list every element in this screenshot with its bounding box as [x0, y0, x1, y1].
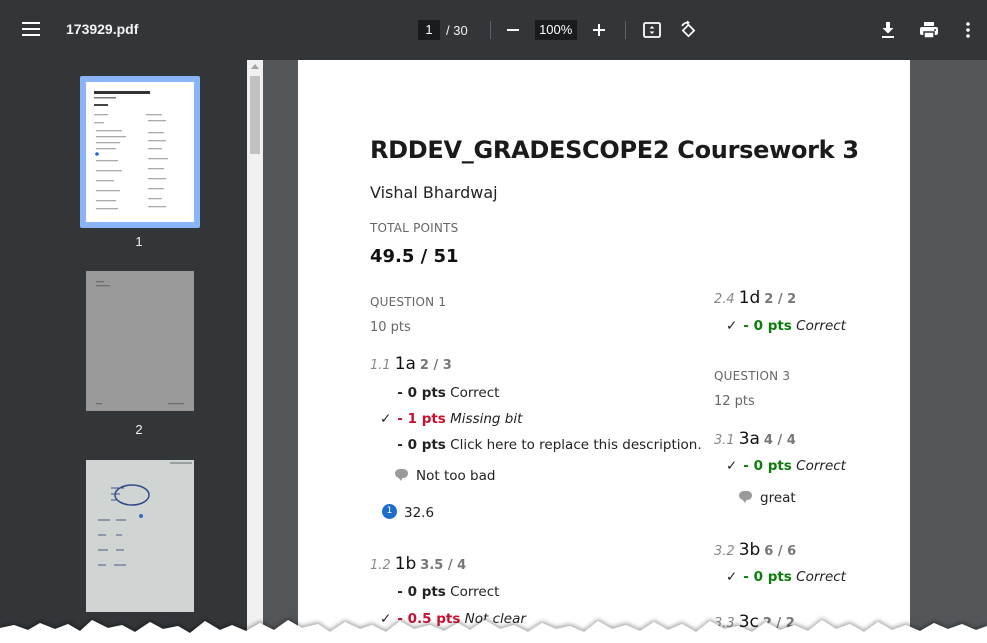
rubric-description: Correct: [796, 318, 846, 334]
page-number-input[interactable]: 1: [418, 20, 440, 40]
rubric-item: - 0 pts Correct: [380, 385, 499, 401]
comment-icon: [395, 468, 408, 481]
question-1-2-header: 1.2 1b 3.5 / 4: [370, 554, 466, 574]
rubric-item: ✓ - 0 pts Correct: [726, 569, 846, 585]
question-number: 3.2: [714, 544, 735, 559]
question-name: 3a: [738, 429, 760, 449]
thumbnail-page-1-preview: [86, 82, 194, 222]
download-icon[interactable]: [876, 18, 900, 42]
comment-text: Not too bad: [416, 468, 496, 484]
print-icon[interactable]: [917, 18, 941, 42]
page-controls: 1 / 30 100%: [418, 18, 700, 42]
rubric-item: - 0 pts Click here to replace this descr…: [380, 437, 702, 453]
thumbnail-label-2: 2: [135, 422, 143, 437]
toolbar-divider: [489, 21, 491, 39]
question-name: 1b: [394, 554, 417, 574]
rubric-item: - 0 pts Correct: [380, 584, 499, 600]
thumbnail-page-3[interactable]: [86, 460, 194, 612]
comment-text: great: [760, 490, 796, 506]
question-number: 1.1: [370, 358, 391, 373]
question-score: 2 / 2: [764, 292, 797, 307]
question-score: 4 / 4: [763, 433, 796, 448]
comment-icon: [739, 490, 752, 503]
question-name: 3b: [738, 540, 761, 560]
question-3-1-header: 3.1 3a 4 / 4: [714, 429, 796, 449]
rubric-points: - 0 pts: [743, 458, 792, 474]
toolbar-divider: [624, 21, 626, 39]
question-1-label: QUESTION 1: [370, 295, 447, 309]
question-1-points: 10 pts: [370, 320, 411, 335]
question-number: 3.1: [714, 433, 735, 448]
rubric-item: ✓ - 0 pts Correct: [726, 458, 846, 474]
rubric-points: - 1 pts: [397, 411, 446, 427]
question-score: 3.5 / 4: [420, 558, 467, 573]
rubric-check: ✓: [726, 569, 738, 585]
rubric-item: ✓ - 1 pts Missing bit: [380, 411, 522, 427]
annotation-text: 32.6: [404, 505, 435, 521]
total-points-label: TOTAL POINTS: [370, 221, 459, 235]
question-score: 6 / 6: [764, 544, 797, 559]
zoom-out-icon[interactable]: [501, 18, 525, 42]
question-name: 1d: [738, 288, 761, 308]
question-3-2-header: 3.2 3b 6 / 6: [714, 540, 796, 560]
rubric-points: - 0 pts: [743, 569, 792, 585]
thumbnail-page-1[interactable]: [80, 76, 200, 228]
page-total: / 30: [446, 22, 468, 38]
question-1-1-header: 1.1 1a 2 / 3: [370, 354, 452, 374]
rubric-points: - 0 pts: [397, 385, 446, 401]
fit-page-icon[interactable]: [640, 18, 664, 42]
rubric-description: Click here to replace this description.: [450, 437, 702, 453]
student-name: Vishal Bhardwaj: [370, 183, 498, 202]
scrollbar-thumb[interactable]: [250, 76, 260, 154]
question-2-4-header: 2.4 1d 2 / 2: [714, 288, 796, 308]
more-icon[interactable]: [958, 18, 978, 42]
question-number: 2.4: [714, 292, 735, 307]
annotation-item: 1 32.6: [382, 503, 435, 521]
rubric-description: Correct: [450, 584, 500, 600]
zoom-in-icon[interactable]: [587, 18, 611, 42]
question-3-label: QUESTION 3: [714, 369, 791, 383]
rubric-points: - 0 pts: [397, 584, 446, 600]
document-title: RDDEV_GRADESCOPE2 Coursework 3: [370, 136, 859, 164]
rubric-item: ✓ - 0 pts Correct: [726, 318, 846, 334]
question-number: 1.2: [370, 558, 391, 573]
rubric-check: ✓: [380, 411, 392, 427]
question-name: 1a: [394, 354, 416, 374]
grader-comment: great: [739, 490, 796, 506]
rubric-description: Correct: [450, 385, 500, 401]
torn-edge-decoration: [0, 620, 987, 643]
rubric-check: ✓: [726, 318, 738, 334]
thumbnail-page-2[interactable]: [86, 271, 194, 411]
grader-comment: Not too bad: [395, 468, 495, 484]
annotation-number-icon: 1: [382, 503, 397, 519]
rubric-points: - 0 pts: [397, 437, 446, 453]
sidebar-scrollbar[interactable]: [247, 60, 263, 643]
rubric-description: Correct: [796, 569, 846, 585]
rubric-points: - 0 pts: [743, 318, 792, 334]
pdf-page: RDDEV_GRADESCOPE2 Coursework 3 Vishal Bh…: [298, 60, 910, 643]
question-3-points: 12 pts: [714, 394, 755, 409]
rubric-description: Correct: [796, 458, 846, 474]
total-points-value: 49.5 / 51: [370, 246, 459, 267]
question-score: 2 / 3: [419, 358, 452, 373]
rubric-check: ✓: [726, 458, 738, 474]
pdf-toolbar: 173929.pdf 1 / 30 100%: [0, 0, 987, 60]
zoom-level-input[interactable]: 100%: [534, 20, 577, 40]
rotate-icon[interactable]: [676, 18, 700, 42]
scroll-up-arrow-icon[interactable]: [251, 64, 259, 69]
rubric-description: Missing bit: [450, 411, 523, 427]
document-filename: 173929.pdf: [66, 21, 139, 37]
thumbnail-label-1: 1: [135, 234, 143, 249]
menu-icon[interactable]: [22, 21, 40, 37]
